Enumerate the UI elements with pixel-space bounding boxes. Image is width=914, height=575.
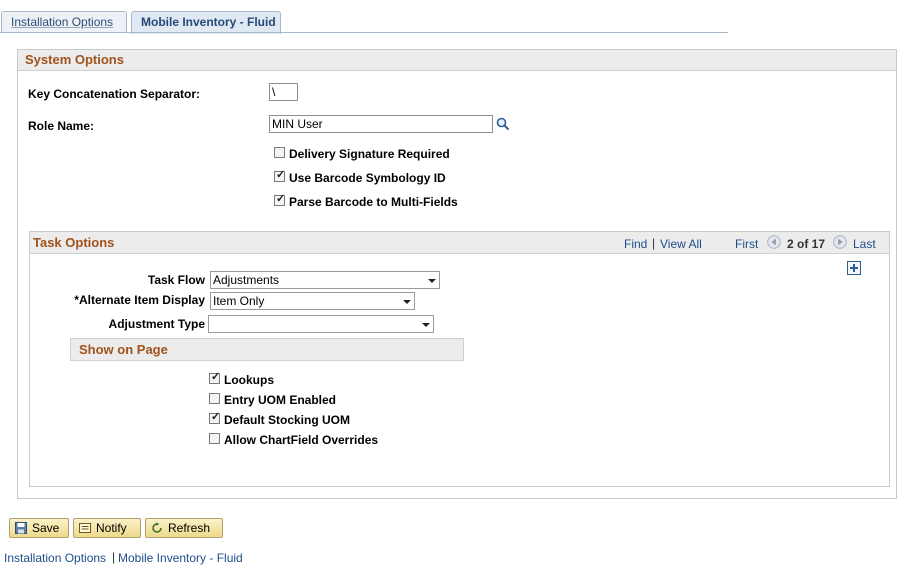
adjustment-type-select[interactable]	[208, 315, 434, 333]
role-name-label: Role Name:	[28, 119, 95, 133]
save-label: Save	[32, 521, 60, 535]
check-icon: ✓	[276, 169, 286, 181]
chartfield-overrides-label: Allow ChartField Overrides	[224, 433, 379, 447]
lookup-icon[interactable]	[496, 117, 510, 131]
footer-link-installation-options[interactable]: Installation Options	[4, 551, 106, 565]
alt-item-display-label: *Alternate Item Display	[74, 293, 205, 307]
barcode-symbology-label: Use Barcode Symbology ID	[289, 171, 446, 185]
chevron-down-icon	[428, 279, 436, 283]
lookups-checkbox[interactable]: ✓	[209, 371, 221, 384]
task-options-title: Task Options	[33, 235, 115, 250]
key-concat-label: Key Concatenation Separator:	[28, 87, 201, 101]
show-on-page-header: Show on Page	[70, 338, 464, 361]
add-row-icon[interactable]	[847, 261, 861, 275]
system-options-title: System Options	[25, 52, 124, 67]
next-icon[interactable]	[833, 235, 847, 249]
lookups-label: Lookups	[224, 373, 274, 387]
refresh-label: Refresh	[168, 521, 211, 535]
delivery-signature-checkbox[interactable]	[274, 147, 285, 158]
task-flow-value: Adjustments	[213, 273, 280, 287]
barcode-symbology-checkbox[interactable]: ✓	[274, 169, 286, 182]
find-link[interactable]: Find	[624, 237, 647, 251]
nav-separator: |	[652, 236, 656, 250]
previous-icon[interactable]	[767, 235, 781, 249]
notify-label: Notify	[96, 521, 127, 535]
default-stocking-uom-checkbox[interactable]: ✓	[209, 411, 221, 424]
chartfield-overrides-checkbox[interactable]	[209, 433, 220, 444]
system-options-header: System Options	[18, 50, 896, 71]
footer-link-mobile-inventory[interactable]: Mobile Inventory - Fluid	[118, 551, 243, 565]
show-on-page-title: Show on Page	[79, 342, 168, 357]
notify-button[interactable]: Notify	[73, 518, 141, 538]
save-icon	[15, 522, 27, 534]
alt-item-display-select[interactable]: Item Only	[210, 292, 415, 310]
delivery-signature-label: Delivery Signature Required	[289, 147, 450, 161]
save-button[interactable]: Save	[9, 518, 69, 538]
default-stocking-uom-label: Default Stocking UOM	[224, 413, 351, 427]
alt-item-display-value: Item Only	[213, 294, 265, 308]
footer-separator: |	[112, 550, 116, 564]
key-concat-input[interactable]: \	[269, 83, 298, 101]
refresh-icon	[152, 522, 162, 533]
tab-label: Installation Options	[11, 15, 114, 29]
task-options-header: Task Options	[30, 232, 889, 254]
page-counter: 2 of 17	[787, 237, 826, 251]
chevron-down-icon	[422, 323, 430, 327]
tab-label: Mobile Inventory - Fluid	[141, 15, 276, 29]
notify-icon	[79, 523, 91, 533]
adjustment-type-label: Adjustment Type	[108, 317, 205, 331]
chevron-down-icon	[403, 300, 411, 304]
refresh-button[interactable]: Refresh	[145, 518, 223, 538]
last-link[interactable]: Last	[853, 237, 876, 251]
task-flow-select[interactable]: Adjustments	[210, 271, 440, 289]
parse-barcode-label: Parse Barcode to Multi-Fields	[289, 195, 458, 209]
check-icon: ✓	[211, 371, 221, 383]
check-icon: ✓	[276, 193, 286, 205]
parse-barcode-checkbox[interactable]: ✓	[274, 193, 286, 206]
entry-uom-checkbox[interactable]	[209, 393, 220, 404]
role-name-input[interactable]: MIN User	[269, 115, 493, 133]
tab-installation-options[interactable]: Installation Options	[1, 11, 127, 33]
check-icon: ✓	[211, 411, 221, 423]
task-flow-label: Task Flow	[147, 273, 205, 287]
view-all-link[interactable]: View All	[660, 237, 702, 251]
first-link[interactable]: First	[735, 237, 758, 251]
tab-mobile-inventory-fluid[interactable]: Mobile Inventory - Fluid	[131, 11, 281, 34]
tab-divider	[0, 32, 728, 33]
entry-uom-label: Entry UOM Enabled	[224, 393, 337, 407]
